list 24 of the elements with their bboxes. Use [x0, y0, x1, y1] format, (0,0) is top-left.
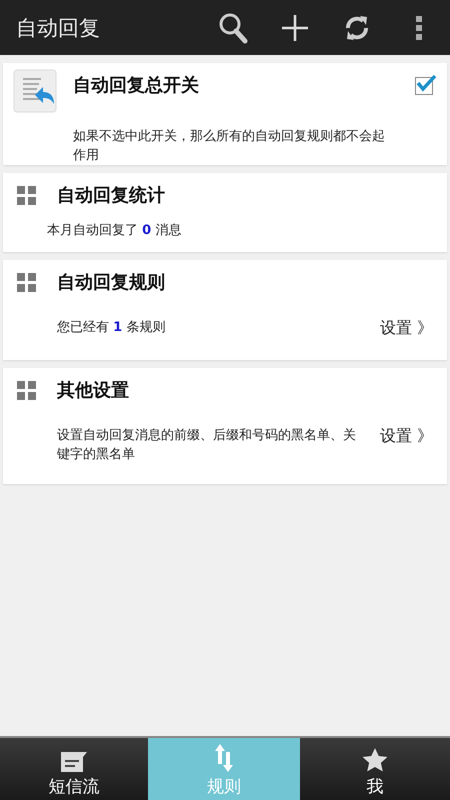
section-title: 自动回复规则: [57, 271, 165, 294]
sort-arrows-icon: [214, 743, 234, 773]
refresh-icon: [344, 14, 370, 42]
grid-icon: [17, 273, 37, 293]
message-icon: [60, 751, 88, 773]
settings-link[interactable]: 设置 》: [380, 318, 433, 339]
app-title: 自动回复: [16, 14, 101, 42]
section-title: 自动回复统计: [57, 184, 165, 207]
section-description: 本月自动回复了 0 消息: [47, 222, 182, 240]
grid-icon: [17, 381, 37, 401]
grid-icon: [17, 186, 37, 206]
section-title: 其他设置: [57, 379, 129, 402]
nav-tab[interactable]: 短信流: [0, 738, 148, 800]
plus-icon: [281, 14, 309, 42]
reply-icon: [13, 69, 59, 115]
star-icon: [361, 747, 389, 773]
nav-tab[interactable]: 我: [300, 738, 450, 800]
settings-link[interactable]: 设置 》: [380, 426, 433, 447]
section-description: 您已经有 1 条规则: [57, 319, 166, 337]
switch-description: 如果不选中此开关，那么所有的自动回复规则都不会起作用: [73, 128, 386, 165]
more-icon: [415, 14, 423, 40]
switch-title: 自动回复总开关: [73, 74, 200, 97]
search-icon: [218, 12, 248, 44]
section-description: 设置自动回复消息的前缀、后缀和号码的黑名单、关键字的黑名单: [57, 427, 357, 464]
